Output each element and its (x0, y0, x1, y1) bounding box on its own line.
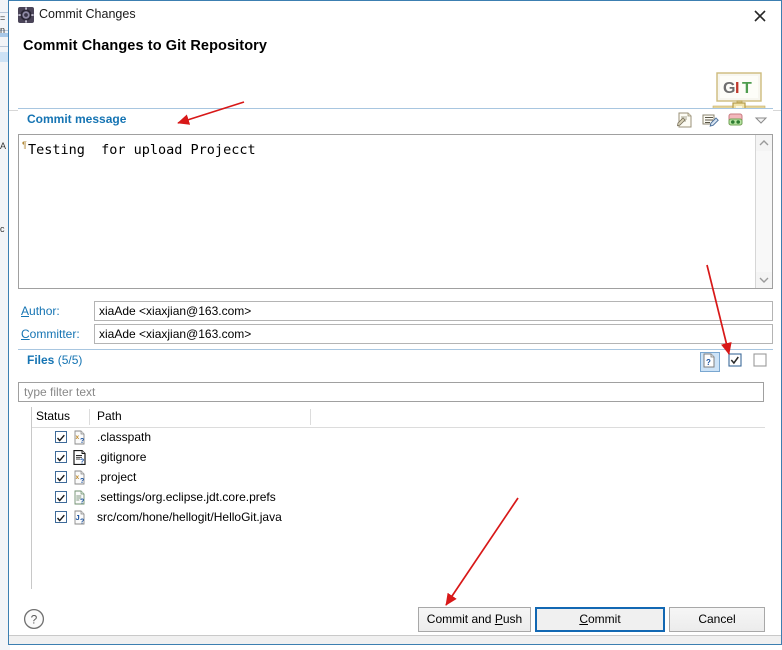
dialog-header: Commit Changes to Git Repository G I T (9, 30, 781, 114)
bg-fragment-1: n (0, 25, 6, 35)
files-toolbar: ? (698, 352, 771, 372)
author-field[interactable]: xiaAde <xiaxjian@163.com> (94, 301, 773, 321)
commit-message-label: Commit message (27, 112, 127, 126)
commit-message-scrollbar[interactable] (755, 135, 772, 288)
row-checkbox[interactable] (55, 511, 67, 523)
committer-field[interactable]: xiaAde <xiaxjian@163.com> (94, 324, 773, 344)
deselect-all-icon[interactable] (751, 352, 771, 370)
svg-text:x: x (76, 474, 80, 481)
row-checkbox[interactable] (55, 451, 67, 463)
svg-text:?: ? (80, 478, 84, 485)
table-row[interactable]: x ? .classpath (32, 428, 765, 448)
file-path: src/com/hone/hellogit/HelloGit.java (97, 510, 282, 524)
untracked-xml-file-icon: x ? (73, 430, 87, 445)
table-row[interactable]: ? .settings/org.eclipse.jdt.core.prefs (32, 488, 765, 508)
dialog-titlebar: Commit Changes (9, 1, 781, 30)
row-checkbox[interactable] (55, 491, 67, 503)
files-label: Files (5/5) (27, 353, 82, 367)
commit-changes-dialog: Commit Changes Commit Changes to Git Rep… (8, 0, 782, 645)
svg-text:x: x (76, 434, 80, 441)
svg-text:?: ? (80, 459, 84, 466)
committer-row: Committer: xiaAde <xiaxjian@163.com> (18, 324, 773, 344)
bg-fragment-3: c (0, 224, 5, 234)
column-header-status[interactable]: Status (36, 409, 70, 423)
select-all-icon[interactable] (726, 352, 746, 370)
svg-text:I: I (735, 80, 739, 97)
files-table-header: Status Path (32, 407, 765, 428)
paragraph-marker-icon: ¶ (22, 140, 27, 150)
dialog-title: Commit Changes (39, 7, 136, 21)
svg-text:?: ? (80, 438, 84, 445)
committer-label: Committer: (21, 327, 80, 341)
amend-commit-icon[interactable] (675, 111, 695, 129)
filter-input[interactable]: type filter text (18, 382, 764, 402)
files-count: (5/5) (57, 353, 83, 367)
gear-icon (17, 6, 35, 24)
svg-text:G: G (723, 80, 735, 97)
dialog-bottom-bar (9, 635, 781, 644)
files-section: Files (5/5) ? (18, 349, 773, 372)
svg-text:?: ? (31, 613, 38, 627)
commit-message-input[interactable]: ¶ Testing for upload Projecct (18, 134, 773, 289)
change-id-icon[interactable] (726, 111, 746, 129)
author-row: Author: xiaAde <xiaxjian@163.com> (18, 301, 773, 321)
files-section-header: Files (5/5) ? (18, 349, 773, 372)
table-row[interactable]: J ? src/com/hone/hellogit/HelloGit.java (32, 508, 765, 528)
table-row[interactable]: ? .gitignore (32, 448, 765, 468)
scroll-down-icon[interactable] (756, 272, 772, 288)
close-icon[interactable] (747, 4, 773, 28)
untracked-text-file-icon: ? (73, 449, 87, 466)
row-checkbox[interactable] (55, 431, 67, 443)
column-header-path[interactable]: Path (97, 409, 122, 423)
commit-and-push-button[interactable]: Commit and Push (418, 607, 531, 632)
page-title: Commit Changes to Git Repository (23, 38, 268, 54)
commit-message-section-header: Commit message (18, 108, 773, 131)
svg-text:?: ? (80, 499, 84, 506)
signed-off-icon[interactable] (700, 111, 720, 129)
untracked-prefs-file-icon: ? (73, 490, 87, 506)
file-path: .gitignore (97, 450, 147, 464)
scroll-up-icon[interactable] (756, 135, 772, 151)
commit-message-toolbar (673, 111, 771, 130)
row-checkbox[interactable] (55, 471, 67, 483)
svg-text:T: T (742, 80, 752, 97)
commit-message-section: Commit message (18, 108, 773, 131)
file-path: .settings/org.eclipse.jdt.core.prefs (97, 490, 276, 504)
cancel-button[interactable]: Cancel (669, 607, 765, 632)
help-icon[interactable]: ? (23, 608, 45, 630)
file-path: .project (97, 470, 137, 484)
file-path: .classpath (97, 430, 152, 444)
table-row[interactable]: x ? .project (32, 468, 765, 488)
svg-text:?: ? (706, 358, 711, 367)
untracked-xml-file-icon: x ? (73, 470, 87, 485)
commit-button[interactable]: Commit (535, 607, 665, 632)
files-title: Files (27, 353, 55, 367)
untracked-java-file-icon: J ? (73, 510, 87, 526)
files-table: Status Path x ? .classpath ? .gitignore … (31, 407, 765, 589)
chevron-down-icon[interactable] (751, 111, 771, 129)
svg-text:?: ? (80, 519, 84, 526)
commit-message-text[interactable]: Testing for upload Projecct (28, 142, 728, 158)
bg-fragment-2: A (0, 141, 7, 151)
author-label: Author: (21, 304, 60, 318)
show-untracked-files-icon[interactable]: ? (700, 352, 721, 372)
bg-fragment-0: = (0, 13, 6, 23)
